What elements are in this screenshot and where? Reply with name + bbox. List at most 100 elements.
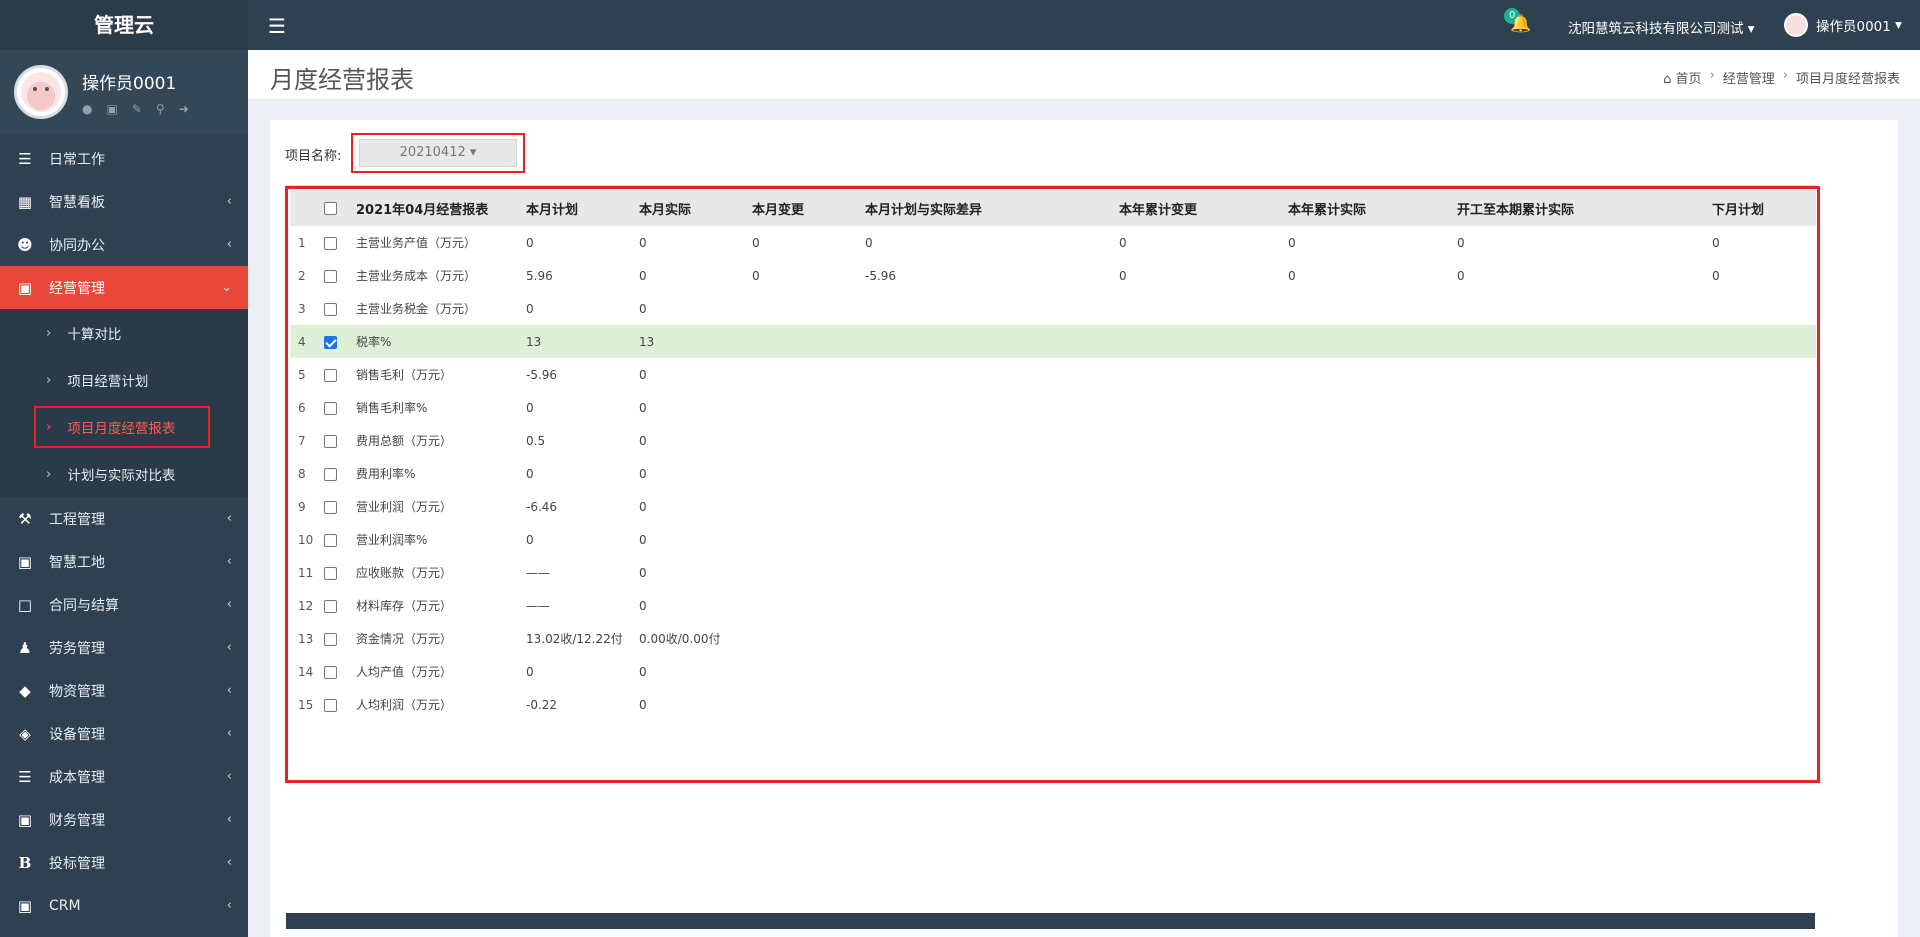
row-checkbox[interactable] [324,665,337,679]
table-cell [1111,688,1280,721]
table-cell [1280,325,1449,358]
table-row[interactable]: 15 人均利润（万元） -0.22 0 [290,688,1816,721]
table-cell: —— [526,598,550,613]
table-cell [857,556,1111,589]
col-year-actual[interactable]: 本年累计实际 [1280,190,1449,226]
table-cell [744,391,857,424]
avatar[interactable] [14,65,68,119]
chevron-right-icon: › [46,465,52,482]
row-checkbox[interactable] [324,632,337,646]
col-month-actual[interactable]: 本月实际 [631,190,744,226]
sidebar-item-finance[interactable]: ▣ 财务管理 ‹ [0,798,248,841]
row-checkbox[interactable] [324,434,337,448]
table-cell: 0 [1712,235,1720,250]
breadcrumb-home[interactable]: ⌂ 首页 [1663,68,1701,87]
bell-icon[interactable]: 🔔 [1510,14,1531,34]
company-dropdown[interactable]: 沈阳慧筑云科技有限公司测试 ▾ [1568,17,1755,37]
sidebar-item-smart-site[interactable]: ▣ 智慧工地 ‹ [0,540,248,583]
sidebar-subitem-monthly-report[interactable]: › 项目月度经营报表 [0,403,248,450]
row-checkbox[interactable] [324,302,337,316]
sidebar-item-materials[interactable]: ◆ 物资管理 ‹ [0,669,248,712]
sidebar-item-equipment[interactable]: ◈ 设备管理 ‹ [0,712,248,755]
table-cell [857,424,1111,457]
desktop-icon: ▣ [17,810,33,829]
col-report-name[interactable]: 2021年04月经营报表 [348,190,518,226]
key-icon[interactable]: ⚲ [156,102,165,116]
project-name-label: 项目名称: [285,149,342,164]
table-row[interactable]: 4 税率% 13 13 [290,325,1816,358]
row-checkbox-cell [318,391,348,424]
col-month-change[interactable]: 本月变更 [744,190,857,226]
sidebar-item-smart-board[interactable]: ▦ 智慧看板 ‹ [0,180,248,223]
table-cell: 0 [1288,235,1296,250]
sidebar-item-bidding[interactable]: B 投标管理 ‹ [0,841,248,884]
table-cell [1704,622,1816,655]
sidebar-item-contract[interactable]: □ 合同与结算 ‹ [0,583,248,626]
row-checkbox[interactable] [324,236,337,250]
table-cell [1449,688,1704,721]
row-checkbox[interactable] [324,401,337,415]
row-checkbox[interactable] [324,467,337,481]
row-checkbox[interactable] [324,533,337,547]
table-row[interactable]: 9 营业利润（万元） -6.46 0 [290,490,1816,523]
table-row[interactable]: 6 销售毛利率% 0 0 [290,391,1816,424]
sidebar-item-business[interactable]: ▣ 经营管理 ⌄ [0,266,248,309]
table-row[interactable]: 12 材料库存（万元） —— 0 [290,589,1816,622]
sidebar-item-collaboration[interactable]: ☻ 协同办公 ‹ [0,223,248,266]
table-cell: 0.5 [526,433,546,448]
row-number: 15 [298,697,314,712]
table-row[interactable]: 5 销售毛利（万元） -5.96 0 [290,358,1816,391]
table-row[interactable]: 14 人均产值（万元） 0 0 [290,655,1816,688]
table-row[interactable]: 10 营业利润率% 0 0 [290,523,1816,556]
table-cell: 0 [639,235,647,250]
sidebar-subitem-project-plan[interactable]: › 项目经营计划 [0,356,248,403]
id-card-icon[interactable]: ▣ [106,102,117,116]
sidebar-item-crm[interactable]: ▣ CRM ‹ [0,884,248,927]
row-label: 人均产值（万元） [356,665,453,679]
horizontal-scrollbar[interactable] [286,913,1815,929]
col-cumulative-actual[interactable]: 开工至本期累计实际 [1449,190,1704,226]
row-checkbox-cell [318,622,348,655]
user-profile: 操作员0001 ● ▣ ✎ ⚲ ➜ [0,50,248,134]
table-cell [1704,457,1816,490]
table-cell [857,655,1111,688]
row-checkbox[interactable] [324,368,337,382]
user-dropdown[interactable]: 操作员0001 ▾ [1784,13,1902,37]
table-row[interactable]: 1 主营业务产值（万元） 0 0 0 0 0 0 0 0 [290,226,1816,259]
table-row[interactable]: 2 主营业务成本（万元） 5.96 0 0 -5.96 0 0 0 0 [290,259,1816,292]
row-checkbox[interactable] [324,500,337,514]
breadcrumb-business[interactable]: 经营管理 [1723,68,1775,87]
edit-icon[interactable]: ✎ [132,102,142,116]
row-checkbox[interactable] [324,599,337,613]
row-checkbox[interactable] [324,269,337,283]
sidebar-subitem-budget-compare[interactable]: › 十算对比 [0,309,248,356]
row-checkbox-cell [318,424,348,457]
row-label: 销售毛利（万元） [356,368,453,382]
table-row[interactable]: 7 费用总额（万元） 0.5 0 [290,424,1816,457]
sign-out-icon[interactable]: ➜ [179,102,189,116]
sidebar-item-engineering[interactable]: ⚒ 工程管理 ‹ [0,497,248,540]
select-all-checkbox[interactable] [324,201,337,215]
table-cell [857,589,1111,622]
table-cell [1111,358,1280,391]
table-row[interactable]: 3 主营业务税金（万元） 0 0 [290,292,1816,325]
sidebar-subitem-plan-vs-actual[interactable]: › 计划与实际对比表 [0,450,248,497]
col-month-plan[interactable]: 本月计划 [518,190,631,226]
col-year-change[interactable]: 本年累计变更 [1111,190,1280,226]
sidebar-item-labor[interactable]: ♟ 劳务管理 ‹ [0,626,248,669]
table-cell [1449,325,1704,358]
row-checkbox[interactable] [324,566,337,580]
table-cell [1111,325,1280,358]
row-checkbox[interactable] [324,335,337,349]
menu-toggle-icon[interactable]: ☰ [268,14,286,38]
table-row[interactable]: 13 资金情况（万元） 13.02收/12.22付 0.00收/0.00付 [290,622,1816,655]
project-select[interactable]: 20210412 ▾ [359,139,517,167]
table-row[interactable]: 11 应收账款（万元） —— 0 [290,556,1816,589]
sidebar-item-daily-work[interactable]: ☰ 日常工作 [0,137,248,180]
col-next-month-plan[interactable]: 下月计划 [1704,190,1816,226]
col-plan-actual-diff[interactable]: 本月计划与实际差异 [857,190,1111,226]
sidebar-item-cost[interactable]: ☰ 成本管理 ‹ [0,755,248,798]
table-row[interactable]: 8 费用利率% 0 0 [290,457,1816,490]
user-icon[interactable]: ● [82,102,92,116]
row-checkbox[interactable] [324,698,337,712]
